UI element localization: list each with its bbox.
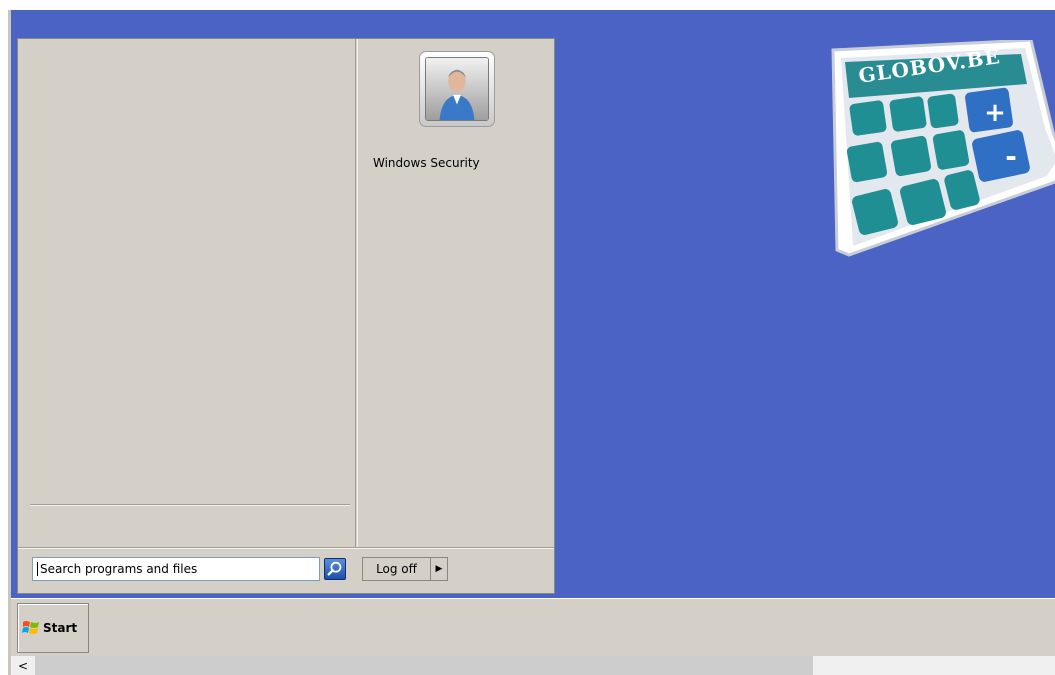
- horizontal-scrollbar[interactable]: <: [11, 656, 1055, 675]
- scrollbar-thumb[interactable]: [35, 656, 813, 675]
- start-button[interactable]: Start: [17, 603, 89, 653]
- user-picture-frame[interactable]: [419, 51, 495, 127]
- programs-separator: [30, 504, 350, 505]
- taskbar: Start: [11, 598, 1055, 656]
- search-field-container[interactable]: [32, 557, 320, 581]
- scroll-left-arrow-icon[interactable]: <: [15, 658, 31, 673]
- start-menu-footer: Log off ▶: [18, 547, 554, 593]
- search-input[interactable]: [40, 562, 310, 576]
- plus-sign: +: [984, 98, 1006, 128]
- windows-security-item[interactable]: Windows Security: [373, 156, 480, 170]
- text-caret: [37, 562, 38, 576]
- windows-flag-icon: [22, 619, 42, 637]
- user-avatar-icon: [425, 57, 489, 121]
- shutdown-options-arrow-icon[interactable]: ▶: [430, 558, 447, 580]
- globov-logo: + - GLOBOV.BE: [819, 40, 1055, 265]
- log-off-button[interactable]: Log off ▶: [362, 557, 448, 581]
- programs-pane: [18, 39, 358, 547]
- search-icon: [327, 561, 342, 576]
- log-off-label: Log off: [376, 562, 417, 576]
- start-label: Start: [43, 621, 78, 635]
- minus-sign: -: [1005, 140, 1017, 173]
- places-pane: Windows Security: [358, 39, 554, 547]
- search-button[interactable]: [324, 558, 346, 580]
- start-menu: Windows Security Log off ▶: [17, 38, 555, 594]
